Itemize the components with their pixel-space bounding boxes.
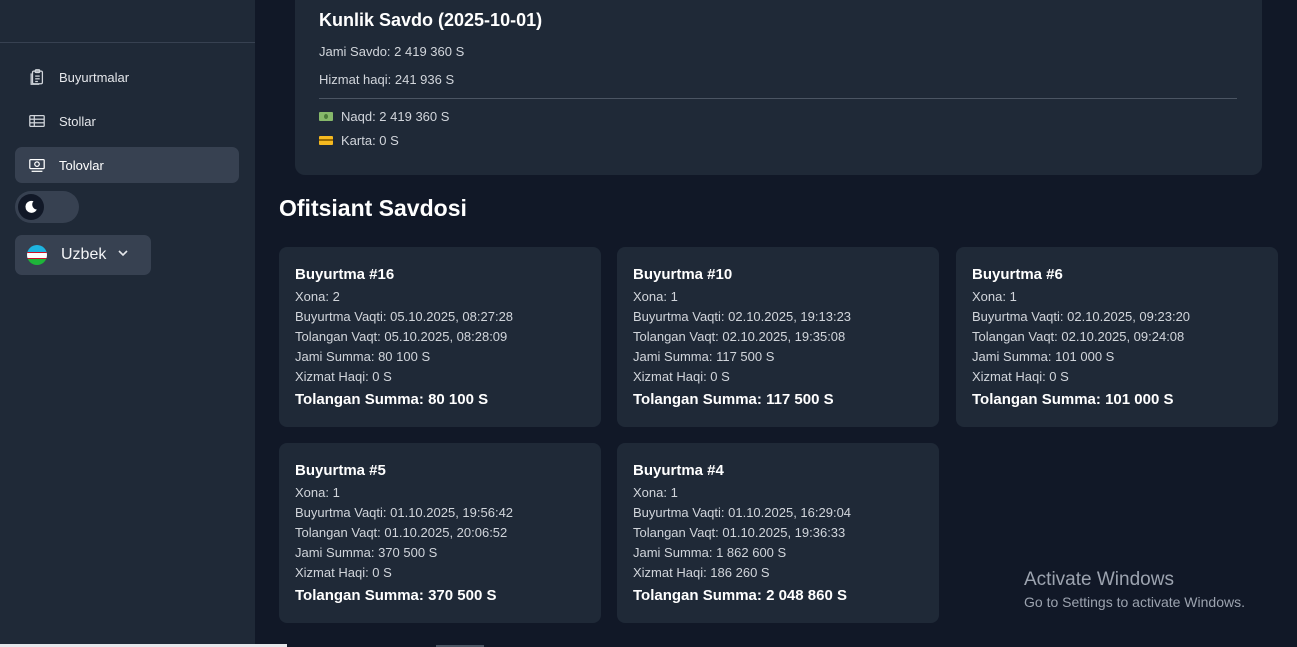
paid-amount: Tolangan Summa: 2 048 860 S	[633, 587, 847, 604]
order-room: Xona: 1	[295, 485, 340, 500]
watermark-subtitle: Go to Settings to activate Windows.	[1024, 594, 1245, 610]
banknote-icon	[319, 112, 333, 121]
language-label: Uzbek	[61, 246, 107, 263]
table-icon	[27, 111, 47, 131]
paid-amount: Tolangan Summa: 80 100 S	[295, 391, 489, 408]
sidebar-item-label: Tolovlar	[59, 157, 104, 173]
order-title: Buyurtma #6	[972, 266, 1063, 283]
paid-time: Tolangan Vaqt: 02.10.2025, 09:24:08	[972, 329, 1185, 344]
sidebar-item-buyurtmalar[interactable]: Buyurtmalar	[15, 59, 239, 95]
order-total: Jami Summa: 80 100 S	[295, 349, 431, 364]
order-room: Xona: 1	[633, 289, 678, 304]
cash-payment: Naqd: 2 419 360 S	[319, 109, 449, 124]
paid-time: Tolangan Vaqt: 05.10.2025, 08:28:09	[295, 329, 508, 344]
order-time: Buyurtma Vaqti: 01.10.2025, 16:29:04	[633, 505, 852, 520]
order-time: Buyurtma Vaqti: 02.10.2025, 09:23:20	[972, 309, 1191, 324]
paid-amount: Tolangan Summa: 101 000 S	[972, 391, 1174, 408]
order-card: Buyurtma #4 Xona: 1 Buyurtma Vaqti: 01.1…	[617, 443, 939, 623]
daily-summary-card: Kunlik Savdo (2025-10-01) Jami Savdo: 2 …	[295, 0, 1262, 175]
card-amount: Karta: 0 S	[341, 133, 399, 148]
language-select[interactable]: Uzbek	[15, 235, 151, 275]
paid-time: Tolangan Vaqt: 01.10.2025, 19:36:33	[633, 525, 846, 540]
order-card: Buyurtma #6 Xona: 1 Buyurtma Vaqti: 02.1…	[956, 247, 1278, 427]
order-room: Xona: 1	[633, 485, 678, 500]
section-title: Ofitsiant Savdosi	[279, 195, 467, 221]
sidebar-item-label: Stollar	[59, 113, 96, 129]
order-time: Buyurtma Vaqti: 01.10.2025, 19:56:42	[295, 505, 514, 520]
paid-amount: Tolangan Summa: 117 500 S	[633, 391, 834, 408]
paid-time: Tolangan Vaqt: 02.10.2025, 19:35:08	[633, 329, 846, 344]
chevron-down-icon	[116, 246, 130, 265]
order-title: Buyurtma #16	[295, 266, 395, 283]
order-total: Jami Summa: 1 862 600 S	[633, 545, 787, 560]
theme-toggle[interactable]	[15, 191, 79, 223]
paid-amount: Tolangan Summa: 370 500 S	[295, 587, 497, 604]
summary-divider	[319, 98, 1237, 99]
order-total: Jami Summa: 117 500 S	[633, 349, 775, 364]
watermark-title: Activate Windows	[1024, 569, 1174, 590]
card-payment: Karta: 0 S	[319, 133, 399, 148]
service-charge: Xizmat Haqi: 186 260 S	[633, 565, 770, 580]
order-title: Buyurtma #5	[295, 462, 386, 479]
clipboard-icon	[27, 67, 47, 87]
sidebar-nav: Buyurtmalar Stollar Tolovlar	[15, 59, 239, 191]
sidebar: Buyurtmalar Stollar Tolovlar Uzbek	[0, 0, 255, 647]
uz-flag-icon	[27, 245, 47, 265]
sidebar-item-stollar[interactable]: Stollar	[15, 103, 239, 139]
service-charge: Xizmat Haqi: 0 S	[295, 369, 392, 384]
order-card: Buyurtma #16 Xona: 2 Buyurtma Vaqti: 05.…	[279, 247, 601, 427]
paid-time: Tolangan Vaqt: 01.10.2025, 20:06:52	[295, 525, 508, 540]
service-charge: Xizmat Haqi: 0 S	[295, 565, 392, 580]
activate-windows-watermark: Activate Windows Go to Settings to activ…	[1024, 569, 1245, 612]
order-total: Jami Summa: 370 500 S	[295, 545, 438, 560]
sidebar-divider	[0, 42, 255, 43]
sidebar-item-tolovlar[interactable]: Tolovlar	[15, 147, 239, 183]
total-sales: Jami Savdo: 2 419 360 S	[319, 44, 465, 59]
order-title: Buyurtma #10	[633, 266, 733, 283]
sidebar-item-label: Buyurtmalar	[59, 69, 130, 85]
order-title: Buyurtma #4	[633, 462, 724, 479]
order-card: Buyurtma #10 Xona: 1 Buyurtma Vaqti: 02.…	[617, 247, 939, 427]
order-time: Buyurtma Vaqti: 05.10.2025, 08:27:28	[295, 309, 514, 324]
moon-icon	[18, 194, 44, 220]
order-card: Buyurtma #5 Xona: 1 Buyurtma Vaqti: 01.1…	[279, 443, 601, 623]
service-charge: Xizmat Haqi: 0 S	[633, 369, 730, 384]
order-time: Buyurtma Vaqti: 02.10.2025, 19:13:23	[633, 309, 852, 324]
summary-title: Kunlik Savdo (2025-10-01)	[319, 10, 543, 30]
order-total: Jami Summa: 101 000 S	[972, 349, 1115, 364]
service-charge: Xizmat Haqi: 0 S	[972, 369, 1069, 384]
service-fee: Hizmat haqi: 241 936 S	[319, 72, 455, 87]
order-room: Xona: 1	[972, 289, 1017, 304]
cash-amount: Naqd: 2 419 360 S	[341, 109, 450, 124]
order-room: Xona: 2	[295, 289, 340, 304]
credit-card-icon	[319, 136, 333, 145]
cash-icon	[27, 155, 47, 175]
